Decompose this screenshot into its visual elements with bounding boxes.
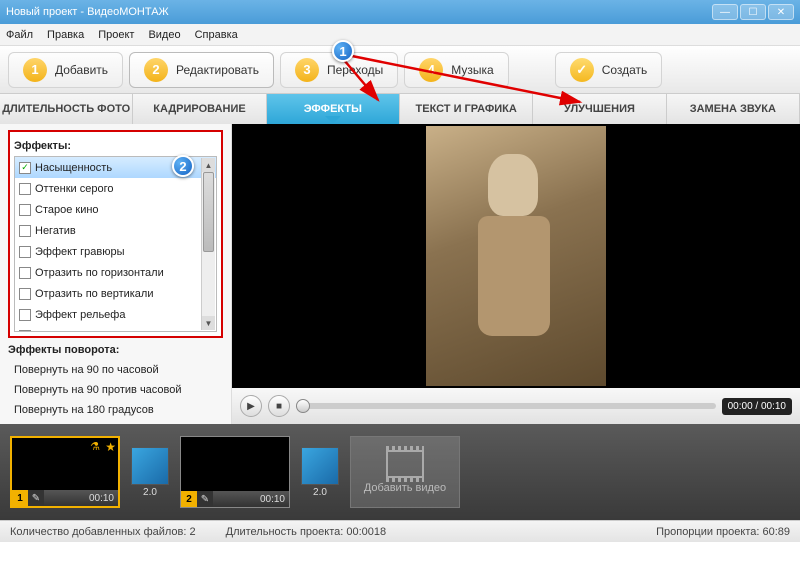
status-files: Количество добавленных файлов: 2 [10, 526, 196, 538]
window-title: Новый проект - ВидеоМОНТАЖ [6, 6, 710, 18]
effect-item[interactable]: Негатив [15, 220, 216, 241]
subtab-text[interactable]: ТЕКСТ И ГРАФИКА [400, 94, 533, 124]
player-controls: ▶ ■ 00:00 / 00:10 [232, 388, 800, 424]
menu-project[interactable]: Проект [98, 29, 134, 41]
add-video-button[interactable]: Добавить видео [350, 436, 460, 508]
subtab-enhance[interactable]: УЛУЧШЕНИЯ [533, 94, 666, 124]
effects-scrollbar[interactable]: ▲ ▼ [201, 158, 215, 330]
menu-file[interactable]: Файл [6, 29, 33, 41]
maximize-button[interactable]: ☐ [740, 4, 766, 20]
star-icon: ★ [105, 440, 116, 454]
effects-list: ✓Насыщенность Оттенки серого Старое кино… [14, 156, 217, 332]
film-icon [386, 450, 424, 478]
subtab-duration[interactable]: ДЛИТЕЛЬНОСТЬ ФОТО [0, 94, 133, 124]
minimize-button[interactable]: — [712, 4, 738, 20]
step-music[interactable]: 4Музыка [404, 52, 508, 88]
subtab-sound[interactable]: ЗАМЕНА ЗВУКА [667, 94, 800, 124]
step-create[interactable]: ✓Создать [555, 52, 663, 88]
rotation-item[interactable]: Повернуть на 180 градусов [8, 400, 223, 420]
rotation-item[interactable]: Повернуть на 90 против часовой [8, 380, 223, 400]
timeline-clip[interactable]: 2✎00:10 [180, 436, 290, 508]
step-edit[interactable]: 2Редактировать [129, 52, 274, 88]
pencil-icon[interactable]: ✎ [197, 491, 213, 507]
sub-tabs: ДЛИТЕЛЬНОСТЬ ФОТО КАДРИРОВАНИЕ ЭФФЕКТЫ Т… [0, 94, 800, 124]
timeline-clip[interactable]: ★ ⚗ 1✎00:10 [10, 436, 120, 508]
step-add[interactable]: 1Добавить [8, 52, 123, 88]
effect-item[interactable]: Отразить по горизонтали [15, 262, 216, 283]
effect-item[interactable]: Пикселизация [15, 325, 216, 332]
stop-button[interactable]: ■ [268, 395, 290, 417]
title-bar: Новый проект - ВидеоМОНТАЖ — ☐ ✕ [0, 0, 800, 24]
subtab-crop[interactable]: КАДРИРОВАНИЕ [133, 94, 266, 124]
rotation-list: Повернуть на 90 по часовой Повернуть на … [8, 360, 223, 420]
effect-item[interactable]: Отразить по вертикали [15, 283, 216, 304]
main-area: Эффекты: ✓Насыщенность Оттенки серого Ст… [0, 124, 800, 424]
play-button[interactable]: ▶ [240, 395, 262, 417]
status-bar: Количество добавленных файлов: 2 Длитель… [0, 520, 800, 542]
annotation-marker-2: 2 [172, 155, 194, 177]
subtab-effects[interactable]: ЭФФЕКТЫ [267, 94, 400, 124]
transition-slot[interactable]: 2.0 [128, 436, 172, 508]
effects-panel: Эффекты: ✓Насыщенность Оттенки серого Ст… [0, 124, 232, 424]
menu-help[interactable]: Справка [195, 29, 238, 41]
rotation-label: Эффекты поворота: [8, 344, 223, 356]
status-duration: Длительность проекта: 00:0018 [226, 526, 387, 538]
effect-item[interactable]: Старое кино [15, 199, 216, 220]
transition-slot[interactable]: 2.0 [298, 436, 342, 508]
menu-edit[interactable]: Правка [47, 29, 84, 41]
status-ratio: Пропорции проекта: 60:89 [656, 526, 790, 538]
time-display: 00:00 / 00:10 [722, 398, 792, 415]
photo-content [426, 126, 606, 386]
flask-icon: ⚗ [90, 440, 100, 453]
annotation-marker-1: 1 [332, 40, 354, 62]
pencil-icon[interactable]: ✎ [28, 490, 44, 506]
menu-video[interactable]: Видео [148, 29, 180, 41]
effect-item[interactable]: Оттенки серого [15, 178, 216, 199]
preview-image [232, 124, 800, 388]
menu-bar: Файл Правка Проект Видео Справка [0, 24, 800, 46]
close-button[interactable]: ✕ [768, 4, 794, 20]
progress-slider[interactable] [296, 403, 716, 409]
timeline: ★ ⚗ 1✎00:10 2.0 2✎00:10 2.0 Добавить вид… [0, 424, 800, 520]
step-tabs: 1Добавить 2Редактировать 3Переходы 4Музы… [0, 46, 800, 94]
rotation-item[interactable]: Повернуть на 90 по часовой [8, 360, 223, 380]
effects-label: Эффекты: [14, 140, 217, 152]
effect-item[interactable]: Эффект рельефа [15, 304, 216, 325]
preview-area: ▶ ■ 00:00 / 00:10 [232, 124, 800, 424]
effect-item[interactable]: Эффект гравюры [15, 241, 216, 262]
